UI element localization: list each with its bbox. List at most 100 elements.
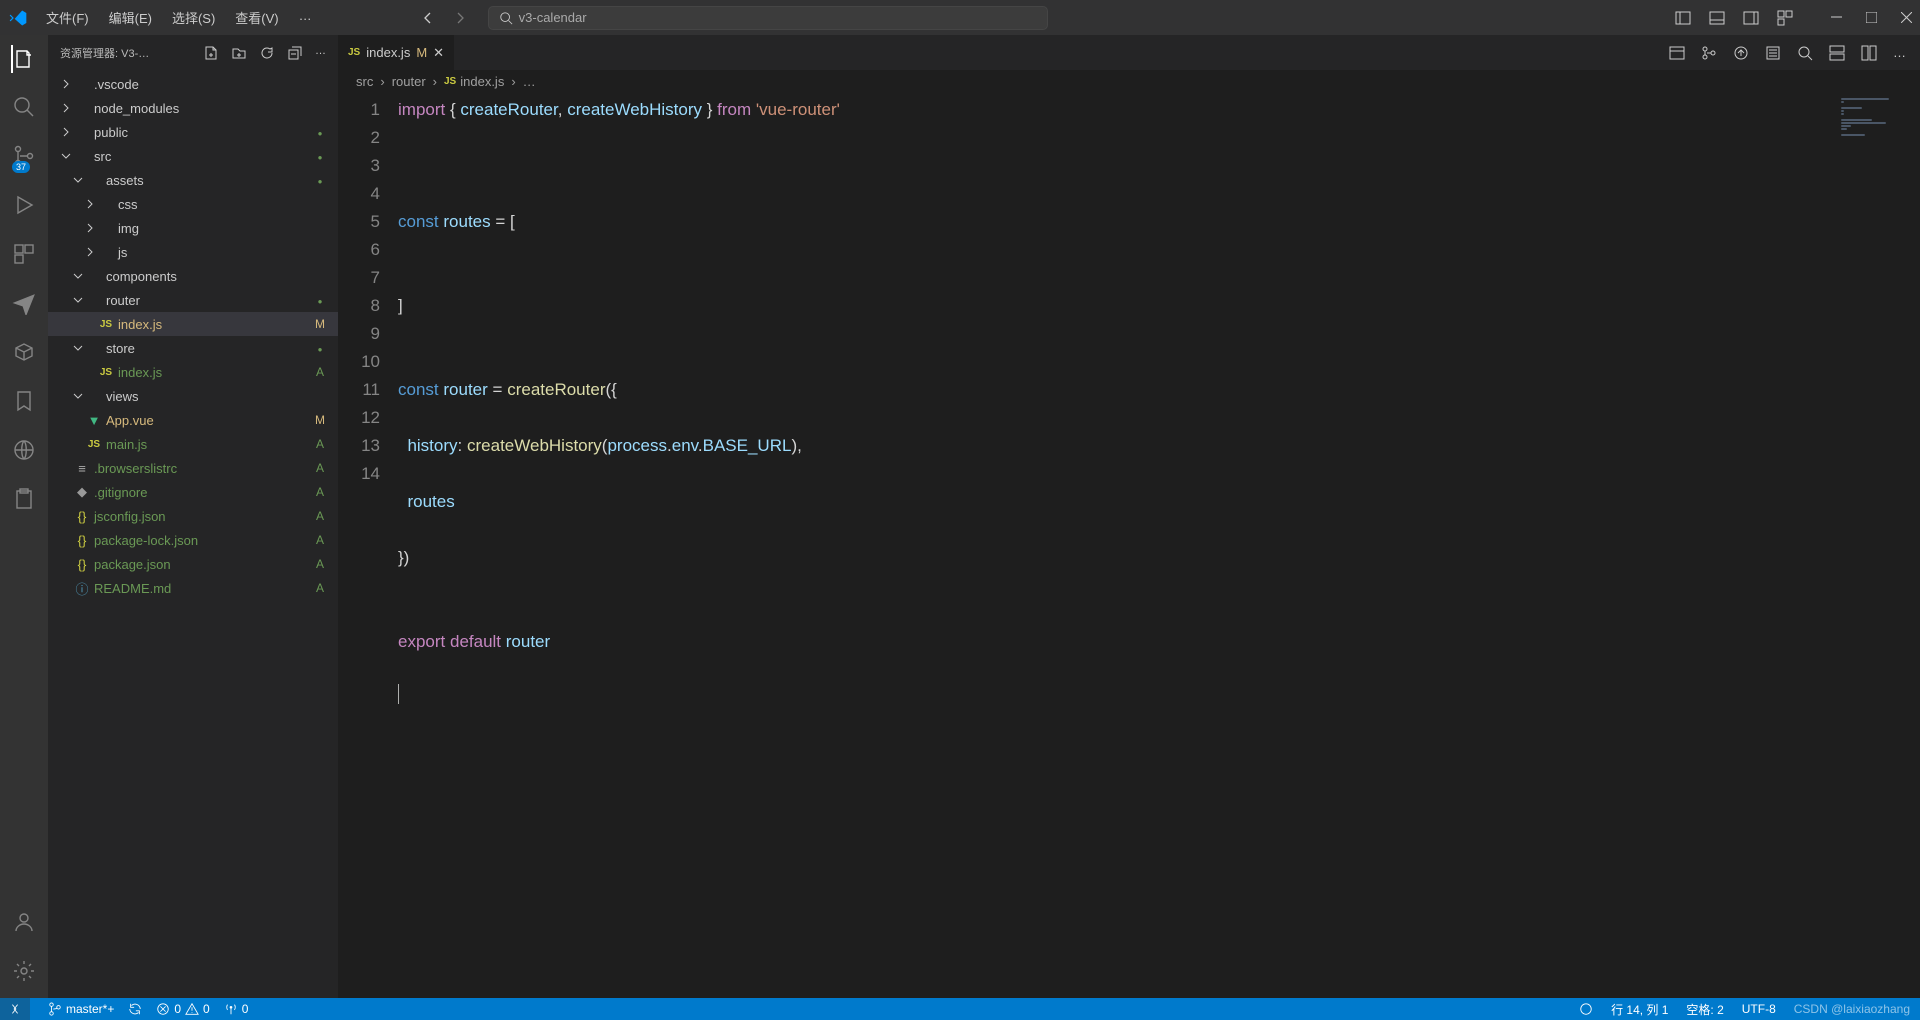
tree-item-label: .browserslistrc	[94, 461, 312, 476]
new-folder-icon[interactable]	[231, 45, 247, 61]
tree-item-node-modules[interactable]: node_modules	[48, 96, 338, 120]
tree-item-css[interactable]: css	[48, 192, 338, 216]
tree-item-index-js[interactable]: JSindex.jsM	[48, 312, 338, 336]
tree-item-components[interactable]: components	[48, 264, 338, 288]
activity-plane[interactable]	[12, 291, 36, 318]
activity-clipboard[interactable]	[12, 487, 36, 514]
editor-preview-icon[interactable]	[1669, 45, 1685, 61]
status-encoding[interactable]: UTF-8	[1742, 1002, 1776, 1016]
sidebar-title: 资源管理器: V3-…	[60, 45, 203, 61]
tree-item--browserslistrc[interactable]: ≡.browserslistrcA	[48, 456, 338, 480]
nav-back-icon[interactable]	[420, 10, 436, 26]
tree-item-img[interactable]: img	[48, 216, 338, 240]
tree-item-views[interactable]: views	[48, 384, 338, 408]
layout-panel-left-icon[interactable]	[1675, 10, 1691, 26]
tree-item-readme-md[interactable]: ⓘREADME.mdA	[48, 576, 338, 600]
activity-account[interactable]	[12, 910, 36, 937]
tree-item-package-json[interactable]: {}package.jsonA	[48, 552, 338, 576]
sync-icon[interactable]	[128, 1002, 142, 1016]
status-cursor[interactable]: 行 14, 列 1	[1611, 1001, 1668, 1018]
activity-extensions[interactable]	[12, 242, 36, 269]
editor-find-icon[interactable]	[1797, 45, 1813, 61]
activity-search[interactable]	[12, 95, 36, 122]
tree-item-app-vue[interactable]: ▼App.vueM	[48, 408, 338, 432]
breadcrumb[interactable]: src› router› JS index.js› …	[338, 70, 1920, 92]
tree-item-assets[interactable]: assets	[48, 168, 338, 192]
editor-compare-icon[interactable]	[1701, 45, 1717, 61]
tree-item-package-lock-json[interactable]: {}package-lock.jsonA	[48, 528, 338, 552]
collapse-all-icon[interactable]	[287, 45, 303, 61]
status-problems[interactable]: 0 0	[156, 1002, 209, 1016]
menu-view[interactable]: 查看(V)	[227, 4, 286, 31]
chevron-right-icon	[82, 198, 98, 210]
git-status-badge: M	[312, 413, 328, 427]
status-branch[interactable]: master*+	[48, 1002, 114, 1016]
window-minimize-icon[interactable]	[1831, 12, 1842, 23]
tree-item-index-js[interactable]: JSindex.jsA	[48, 360, 338, 384]
layout-customize-icon[interactable]	[1777, 10, 1793, 26]
layout-panel-right-icon[interactable]	[1743, 10, 1759, 26]
tree-item-label: index.js	[118, 317, 312, 332]
activity-bookmark[interactable]	[12, 389, 36, 416]
git-status-badge: A	[312, 533, 328, 547]
js-file-icon: JS	[98, 319, 114, 330]
git-status-badge: A	[312, 365, 328, 379]
editor-more-icon[interactable]: …	[1893, 45, 1906, 60]
tree-item-public[interactable]: public	[48, 120, 338, 144]
breadcrumb-segment[interactable]: …	[523, 74, 536, 89]
layout-panel-bottom-icon[interactable]	[1709, 10, 1725, 26]
status-port[interactable]: 0	[224, 1002, 249, 1016]
minimap[interactable]	[1830, 92, 1920, 998]
remote-button[interactable]	[0, 998, 30, 1020]
menu-edit[interactable]: 编辑(E)	[101, 4, 160, 31]
tree-item-js[interactable]: js	[48, 240, 338, 264]
editor-list-icon[interactable]	[1765, 45, 1781, 61]
git-status-badge	[312, 149, 328, 163]
tree-item-store[interactable]: store	[48, 336, 338, 360]
new-file-icon[interactable]	[203, 45, 219, 61]
status-spaces[interactable]: 空格: 2	[1686, 1001, 1723, 1018]
sidebar: 资源管理器: V3-… … .vscodenode_modulespublic s…	[48, 35, 338, 998]
nav-forward-icon[interactable]	[452, 10, 468, 26]
activity-debug[interactable]	[12, 193, 36, 220]
tree-item-label: App.vue	[106, 413, 312, 428]
chevron-down-icon	[70, 342, 86, 354]
sidebar-more-icon[interactable]: …	[315, 45, 326, 61]
menu-file[interactable]: 文件(F)	[38, 4, 97, 31]
code-content[interactable]: import { createRouter, createWebHistory …	[398, 92, 1830, 998]
window-close-icon[interactable]	[1901, 12, 1912, 23]
command-center[interactable]: v3-calendar	[488, 6, 1048, 30]
activity-cube[interactable]	[12, 340, 36, 367]
tree-item-label: img	[118, 221, 312, 236]
tree-item-jsconfig-json[interactable]: {}jsconfig.jsonA	[48, 504, 338, 528]
breadcrumb-segment[interactable]: router	[392, 74, 426, 89]
editor-split-right-icon[interactable]	[1861, 45, 1877, 61]
tree-item-router[interactable]: router	[48, 288, 338, 312]
breadcrumb-segment[interactable]: index.js	[460, 74, 504, 89]
tree-item--gitignore[interactable]: ◆.gitignoreA	[48, 480, 338, 504]
window-maximize-icon[interactable]	[1866, 12, 1877, 23]
code-area[interactable]: 1234567891011121314 import { createRoute…	[338, 92, 1920, 998]
feedback-icon[interactable]	[1579, 1002, 1593, 1016]
menu-select[interactable]: 选择(S)	[164, 4, 223, 31]
tree-item-label: router	[106, 293, 312, 308]
chevron-down-icon	[70, 270, 86, 282]
menu-more[interactable]: …	[291, 4, 320, 31]
git-status-badge: A	[312, 485, 328, 499]
tree-item--vscode[interactable]: .vscode	[48, 72, 338, 96]
tab-close-icon[interactable]: ✕	[433, 45, 444, 61]
tab-index-js[interactable]: JS index.js M ✕	[338, 35, 455, 70]
activity-settings[interactable]	[12, 959, 36, 986]
activity-scm[interactable]: 37	[12, 144, 36, 171]
refresh-icon[interactable]	[259, 45, 275, 61]
activity-explorer[interactable]	[11, 45, 37, 73]
breadcrumb-segment[interactable]: src	[356, 74, 373, 89]
tree-item-label: public	[94, 125, 312, 140]
tree-item-label: src	[94, 149, 312, 164]
editor-split-down-icon[interactable]	[1829, 45, 1845, 61]
tree-item-main-js[interactable]: JSmain.jsA	[48, 432, 338, 456]
editor-upload-icon[interactable]	[1733, 45, 1749, 61]
tree-item-src[interactable]: src	[48, 144, 338, 168]
tree-item-label: README.md	[94, 581, 312, 596]
activity-globe[interactable]	[12, 438, 36, 465]
